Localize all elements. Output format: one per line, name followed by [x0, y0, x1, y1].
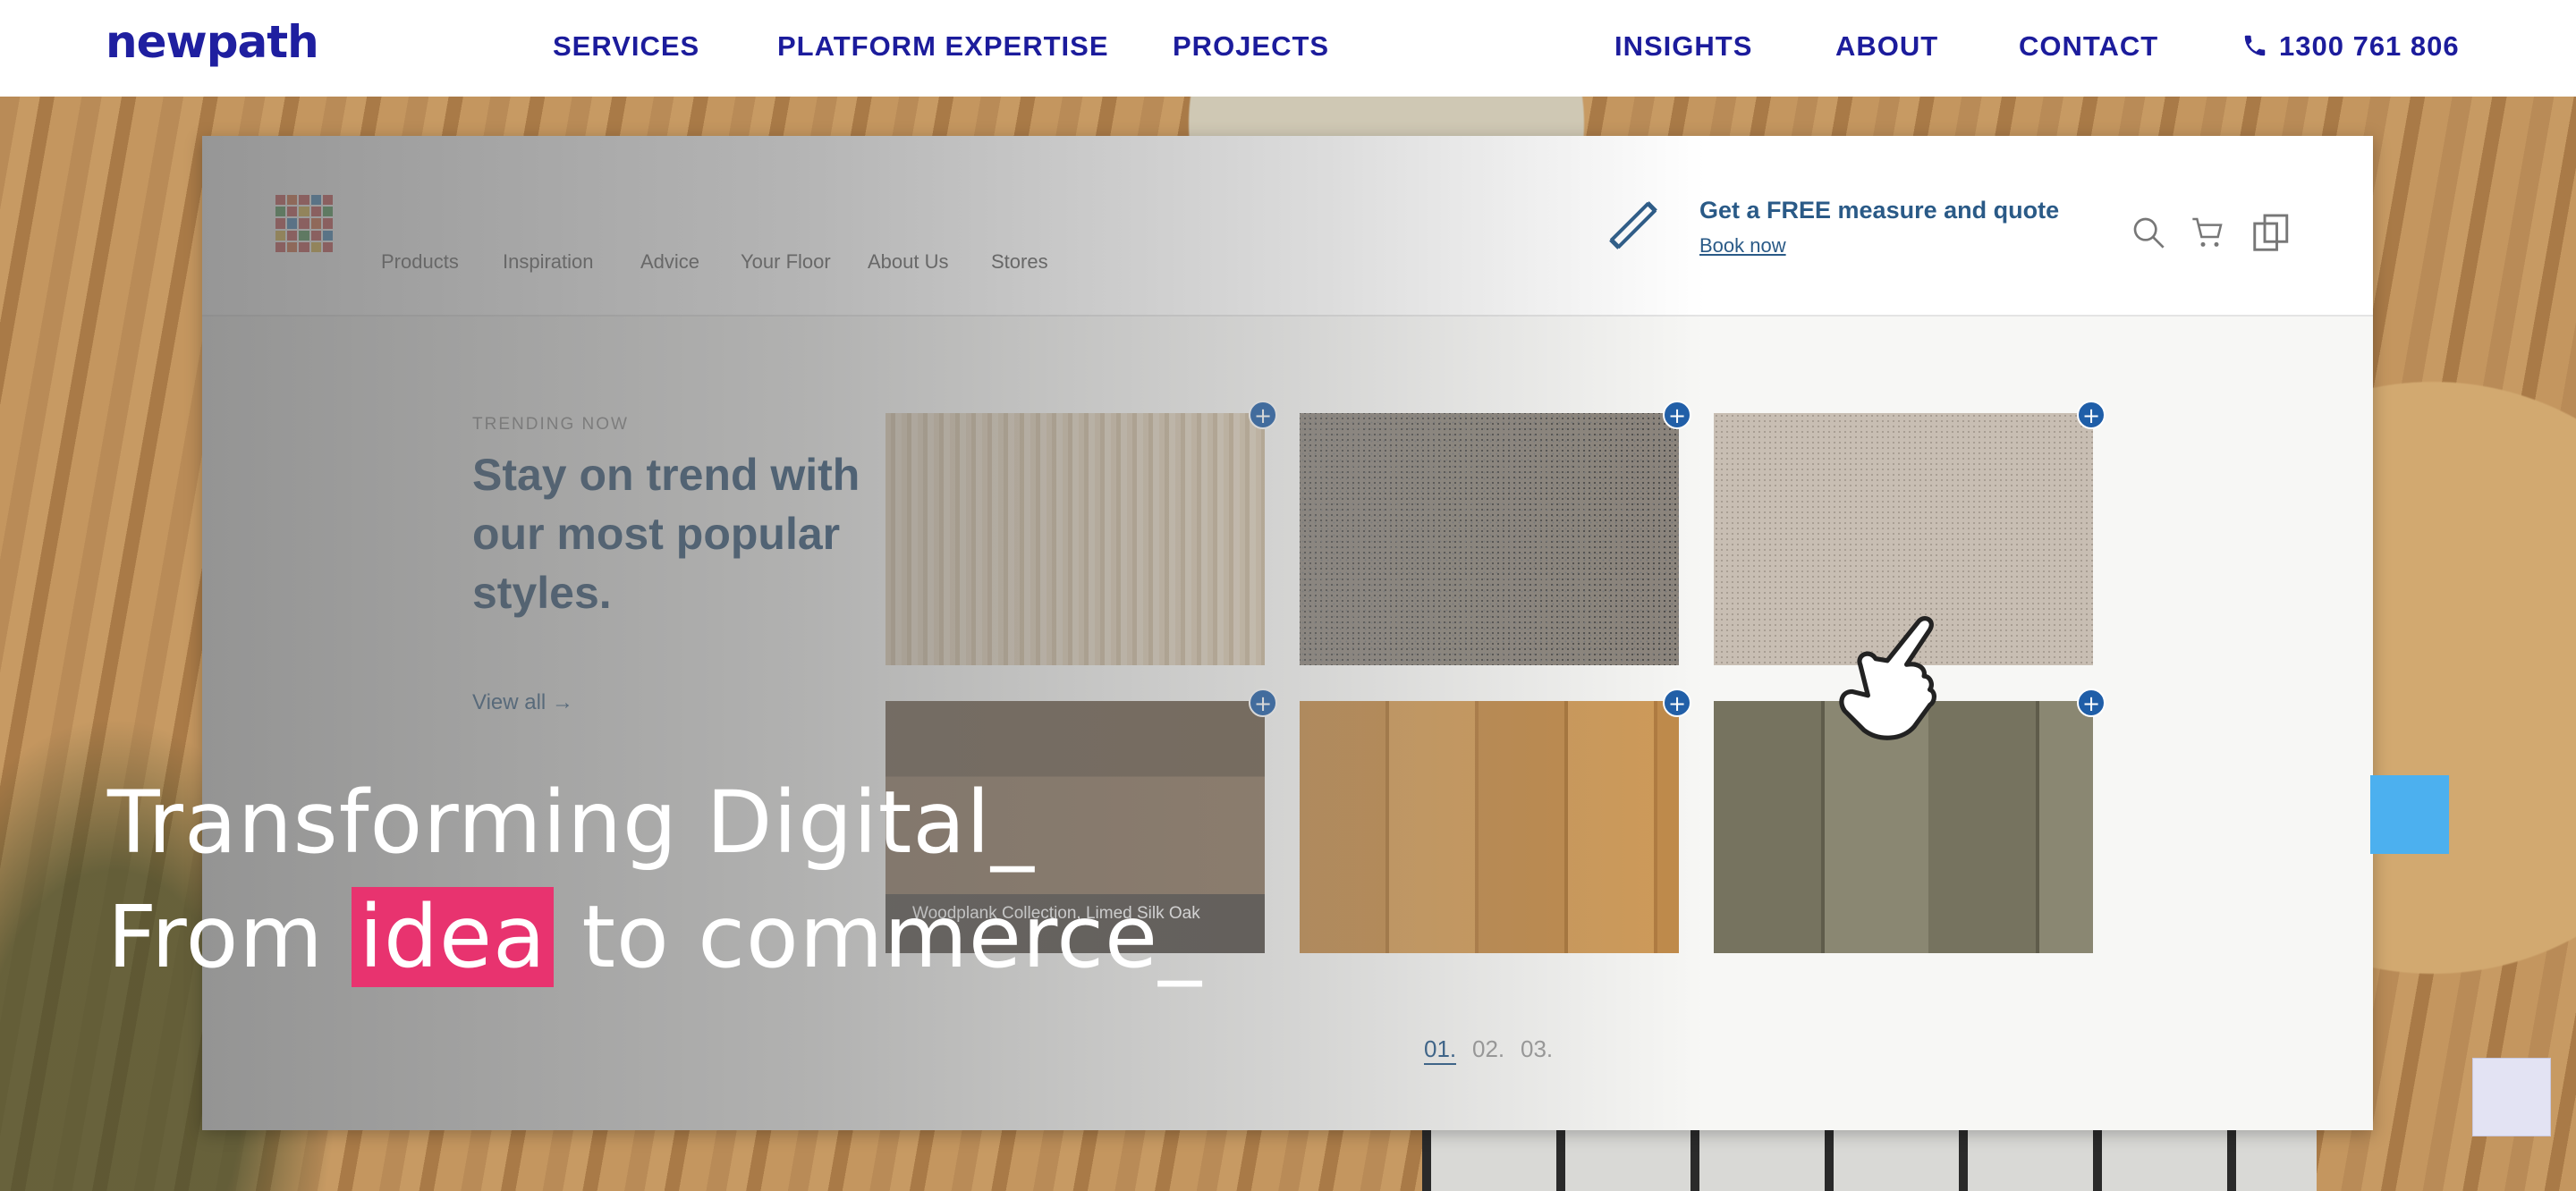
preview-samples-icon — [2253, 214, 2289, 251]
newpath-logo[interactable]: newpath — [106, 16, 319, 68]
pointer-hand-icon — [1839, 616, 1937, 740]
measure-tools-icon — [1609, 201, 1657, 249]
add-plus-icon: + — [1249, 401, 1277, 429]
preview-page-2: 02. — [1472, 1035, 1505, 1062]
add-plus-icon: + — [2077, 688, 2106, 717]
preview-book-now-link: Book now — [1699, 234, 1786, 257]
preview-menu-products: Products — [381, 250, 459, 273]
top-navigation: newpath SERVICES PLATFORM EXPERTISE PROJ… — [0, 0, 2576, 97]
preview-store-logo — [275, 195, 333, 252]
nav-services[interactable]: SERVICES — [553, 30, 699, 63]
preview-promo-title: Get a FREE measure and quote — [1699, 197, 2060, 224]
preview-header: Products Inspiration Advice Your Floor A… — [202, 136, 2373, 317]
preview-menu-inspiration: Inspiration — [503, 250, 594, 273]
phone-link[interactable]: 1300 761 806 — [2241, 30, 2460, 63]
product-tile-dark-carpet: + — [1300, 401, 1691, 665]
product-tile-golden-oak: + — [1300, 688, 1691, 953]
hero-headline-line2: From idea to commerce_ — [107, 887, 1202, 987]
preview-menu-advice: Advice — [640, 250, 700, 273]
add-plus-icon: + — [2077, 401, 2106, 429]
preview-page-1: 01. — [1424, 1035, 1457, 1065]
preview-view-all: View all → — [472, 690, 573, 714]
decorative-blue-square — [2370, 775, 2449, 854]
nav-contact[interactable]: CONTACT — [2019, 30, 2158, 63]
nav-insights[interactable]: INSIGHTS — [1614, 30, 1752, 63]
preview-kicker: TRENDING NOW — [472, 415, 629, 434]
preview-title: Stay on trend with our most popular styl… — [472, 450, 860, 618]
hero-section: Products Inspiration Advice Your Floor A… — [0, 97, 2576, 1191]
preview-cart-icon — [2192, 217, 2223, 247]
nav-projects[interactable]: PROJECTS — [1173, 30, 1329, 63]
preview-menu-stores: Stores — [991, 250, 1048, 273]
preview-menu-about-us: About Us — [868, 250, 949, 273]
preview-menu-your-floor: Your Floor — [741, 250, 831, 273]
phone-number: 1300 761 806 — [2279, 30, 2460, 62]
preview-search-icon — [2133, 217, 2165, 249]
decorative-lavender-square — [2472, 1058, 2551, 1136]
hero-highlight-word: idea — [352, 887, 554, 987]
nav-platform-expertise[interactable]: PLATFORM EXPERTISE — [777, 30, 1109, 63]
add-plus-icon: + — [1663, 401, 1691, 429]
preview-page-3: 03. — [1521, 1035, 1554, 1062]
add-plus-icon: + — [1249, 688, 1277, 717]
background-window — [1422, 1129, 2317, 1191]
add-plus-icon: + — [1663, 688, 1691, 717]
nav-about[interactable]: ABOUT — [1835, 30, 1938, 63]
hero-line2-start: From — [107, 887, 352, 987]
hero-line2-end: to commerce_ — [553, 887, 1203, 987]
phone-icon — [2244, 35, 2266, 56]
hero-headline-line1: Transforming Digital_ — [107, 773, 1035, 873]
product-tile-oak: + — [886, 401, 1277, 665]
